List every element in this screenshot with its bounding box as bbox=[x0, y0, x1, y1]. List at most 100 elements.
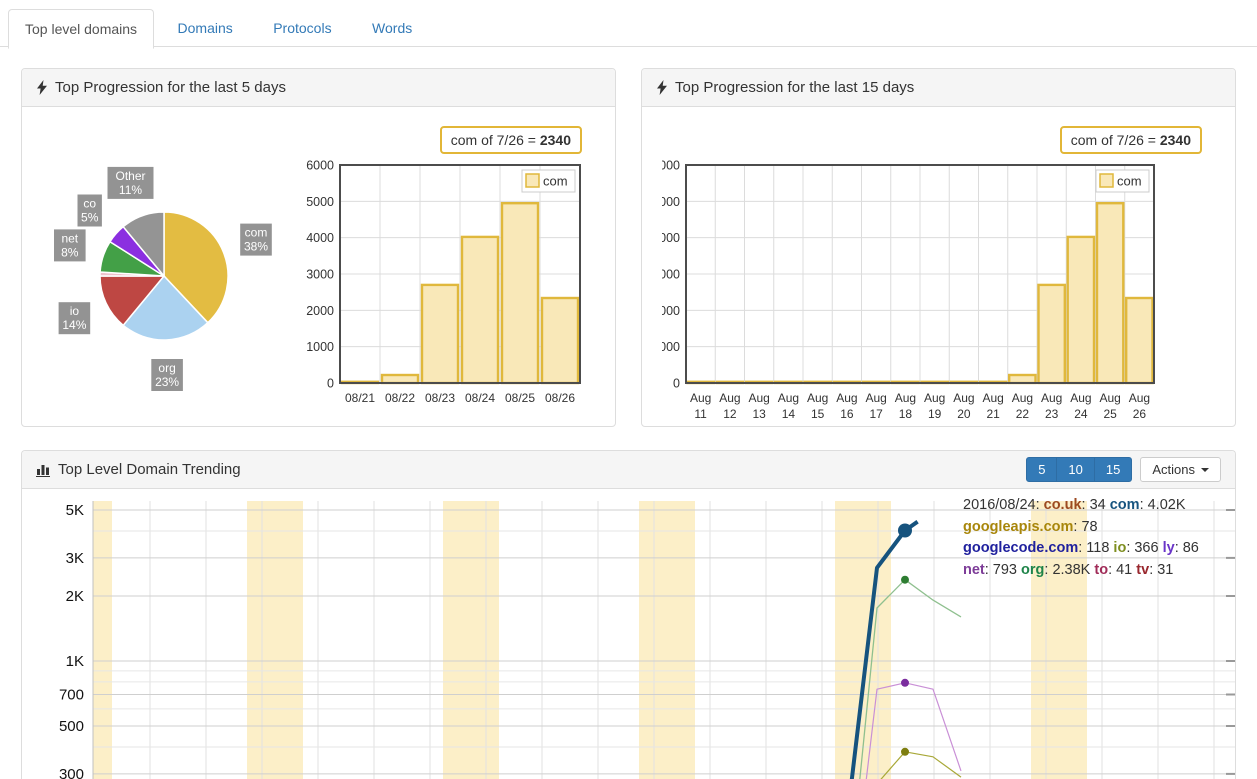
svg-text:26: 26 bbox=[1133, 407, 1147, 421]
svg-text:1000: 1000 bbox=[306, 340, 334, 354]
svg-text:08/25: 08/25 bbox=[505, 391, 535, 405]
svg-text:Aug: Aug bbox=[748, 391, 769, 405]
svg-text:700: 700 bbox=[59, 687, 84, 704]
svg-text:08/24: 08/24 bbox=[465, 391, 495, 405]
lightning-icon bbox=[656, 80, 668, 95]
svg-text:11%: 11% bbox=[119, 183, 142, 197]
svg-text:com: com bbox=[245, 226, 268, 240]
svg-text:19: 19 bbox=[928, 407, 942, 421]
svg-text:6000: 6000 bbox=[662, 159, 680, 173]
panel-tld-trending: Top Level Domain Trending 5 10 15 Action… bbox=[21, 450, 1236, 779]
svg-text:io: io bbox=[70, 304, 80, 318]
svg-text:3000: 3000 bbox=[306, 268, 334, 282]
svg-text:16: 16 bbox=[840, 407, 854, 421]
panel-top-progression-5-days: Top Progression for the last 5 days com … bbox=[21, 68, 616, 427]
svg-text:08/26: 08/26 bbox=[545, 391, 575, 405]
tab-words[interactable]: Words bbox=[355, 8, 429, 48]
svg-text:com: com bbox=[543, 174, 568, 189]
panel-5-days-header: Top Progression for the last 5 days bbox=[22, 69, 615, 107]
svg-text:4000: 4000 bbox=[662, 231, 680, 245]
svg-text:5000: 5000 bbox=[662, 195, 680, 209]
svg-text:12: 12 bbox=[723, 407, 737, 421]
svg-text:org: org bbox=[158, 361, 175, 375]
svg-text:22: 22 bbox=[1016, 407, 1030, 421]
svg-text:8%: 8% bbox=[61, 245, 79, 259]
svg-text:4000: 4000 bbox=[306, 231, 334, 245]
tooltip-line: googleapis.com: 78 bbox=[963, 517, 1199, 539]
panel-15-days-title: Top Progression for the last 15 days bbox=[675, 79, 914, 96]
trending-body: 5K3K2K1K700500300 2016/08/24: co.uk: 34 … bbox=[22, 489, 1235, 779]
hover-value-badge-15: com of 7/26 = 2340 bbox=[1060, 126, 1202, 154]
tab-protocols[interactable]: Protocols bbox=[256, 8, 348, 48]
svg-text:500: 500 bbox=[59, 718, 84, 735]
range-button-15[interactable]: 15 bbox=[1094, 457, 1132, 482]
trending-header: Top Level Domain Trending 5 10 15 Action… bbox=[22, 451, 1235, 489]
svg-text:08/22: 08/22 bbox=[385, 391, 415, 405]
svg-text:3K: 3K bbox=[66, 550, 84, 567]
range-button-5[interactable]: 5 bbox=[1026, 457, 1057, 482]
svg-text:Aug: Aug bbox=[953, 391, 974, 405]
svg-text:Aug: Aug bbox=[1012, 391, 1033, 405]
svg-text:Aug: Aug bbox=[778, 391, 799, 405]
svg-text:Aug: Aug bbox=[1070, 391, 1091, 405]
svg-text:5000: 5000 bbox=[306, 195, 334, 209]
trending-controls: 5 10 15 Actions bbox=[1026, 457, 1221, 482]
svg-text:Aug: Aug bbox=[982, 391, 1003, 405]
tooltip-line: googlecode.com: 118 io: 366 ly: 86 bbox=[963, 538, 1199, 560]
svg-text:2K: 2K bbox=[66, 588, 84, 605]
svg-text:25: 25 bbox=[1103, 407, 1117, 421]
actions-dropdown-button[interactable]: Actions bbox=[1140, 457, 1221, 482]
tab-domains[interactable]: Domains bbox=[161, 8, 250, 48]
hover-value-badge-5: com of 7/26 = 2340 bbox=[440, 126, 582, 154]
tooltip-line: net: 793 org: 2.38K to: 41 tv: 31 bbox=[963, 560, 1199, 582]
com-bar-chart-15-days[interactable]: 0 1000 2000 3000 4000 5000 6000 Aug 11 Aug 12 Aug 13… bbox=[662, 153, 1224, 425]
svg-text:5%: 5% bbox=[81, 211, 99, 225]
svg-text:2000: 2000 bbox=[662, 304, 680, 318]
svg-text:com: com bbox=[1117, 174, 1142, 189]
tab-top-level-domains[interactable]: Top level domains bbox=[8, 9, 154, 49]
svg-text:13: 13 bbox=[752, 407, 766, 421]
panel-top-progression-15-days: Top Progression for the last 15 days com… bbox=[641, 68, 1236, 427]
dashboard-page: Top level domains Domains Protocols Word… bbox=[0, 0, 1257, 779]
svg-text:17: 17 bbox=[869, 407, 883, 421]
svg-text:11: 11 bbox=[694, 407, 707, 421]
svg-text:Aug: Aug bbox=[895, 391, 916, 405]
svg-text:3000: 3000 bbox=[662, 268, 680, 282]
svg-text:14: 14 bbox=[782, 407, 796, 421]
tooltip-line: 2016/08/24: co.uk: 34 com: 4.02K bbox=[963, 495, 1199, 517]
svg-text:Aug: Aug bbox=[690, 391, 711, 405]
svg-text:18: 18 bbox=[899, 407, 913, 421]
svg-text:08/23: 08/23 bbox=[425, 391, 455, 405]
svg-text:Aug: Aug bbox=[865, 391, 886, 405]
range-button-10[interactable]: 10 bbox=[1056, 457, 1094, 482]
svg-text:Other: Other bbox=[115, 169, 145, 183]
panel-5-days-title: Top Progression for the last 5 days bbox=[55, 79, 286, 96]
svg-text:Aug: Aug bbox=[807, 391, 828, 405]
svg-text:Aug: Aug bbox=[1099, 391, 1120, 405]
svg-text:Aug: Aug bbox=[1129, 391, 1150, 405]
svg-text:5K: 5K bbox=[66, 502, 84, 519]
svg-text:2000: 2000 bbox=[306, 304, 334, 318]
svg-text:0: 0 bbox=[673, 377, 680, 391]
range-button-group: 5 10 15 bbox=[1026, 457, 1132, 482]
svg-text:Aug: Aug bbox=[719, 391, 740, 405]
bar-chart-icon bbox=[36, 463, 51, 477]
svg-text:20: 20 bbox=[957, 407, 971, 421]
svg-text:38%: 38% bbox=[244, 240, 268, 254]
tld-pie-chart[interactable]: com38%org23%io14%net8%co5%Other11% bbox=[30, 151, 315, 425]
svg-text:23%: 23% bbox=[155, 375, 179, 389]
svg-text:14%: 14% bbox=[62, 318, 86, 332]
svg-text:co: co bbox=[83, 197, 96, 211]
svg-text:21: 21 bbox=[986, 407, 1000, 421]
svg-text:23: 23 bbox=[1045, 407, 1059, 421]
panel-15-days-header: Top Progression for the last 15 days bbox=[642, 69, 1235, 107]
svg-text:Aug: Aug bbox=[836, 391, 857, 405]
trending-hover-tooltip: 2016/08/24: co.uk: 34 com: 4.02Kgoogleap… bbox=[963, 495, 1199, 581]
svg-text:15: 15 bbox=[811, 407, 825, 421]
svg-text:0: 0 bbox=[327, 377, 334, 391]
com-bar-chart-5-days[interactable]: 010002000300040005000600008/2108/2208/23… bbox=[302, 153, 614, 415]
svg-text:24: 24 bbox=[1074, 407, 1088, 421]
svg-text:Aug: Aug bbox=[924, 391, 945, 405]
tab-bar: Top level domains Domains Protocols Word… bbox=[0, 0, 1257, 47]
svg-text:1000: 1000 bbox=[662, 340, 680, 354]
